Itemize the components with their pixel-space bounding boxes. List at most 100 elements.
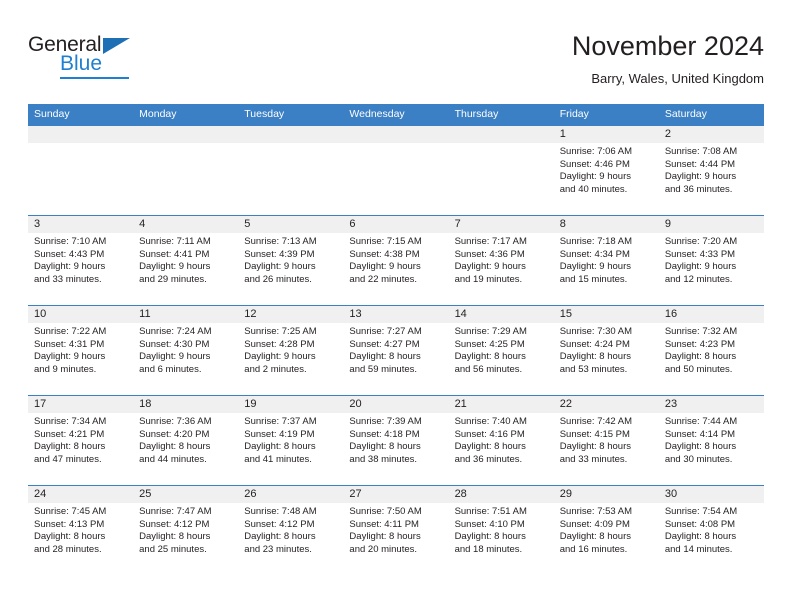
day-cell[interactable]: 10 Sunrise: 7:22 AM Sunset: 4:31 PM Dayligh… [28,306,134,395]
day-info-line: Sunset: 4:33 PM [664,248,736,260]
day-info-line: and 25 minutes. [139,543,207,555]
logo-triangle-icon [103,38,130,54]
day-cell[interactable]: 13 Sunrise: 7:27 AM Sunset: 4:27 PM Dayligh… [343,306,449,395]
calendar-week-row: 10 Sunrise: 7:22 AM Sunset: 4:31 PM Dayligh… [28,305,764,396]
calendar-cell: 16 Sunrise: 7:32 AM Sunset: 4:23 PM Dayligh… [658,305,764,396]
day-cell[interactable]: 16 Sunrise: 7:32 AM Sunset: 4:23 PM Dayligh… [658,306,764,395]
day-sun-info: Sunrise: 7:29 AM Sunset: 4:25 PM Daylight:… [449,323,554,376]
day-info-line: Sunset: 4:24 PM [559,338,630,350]
day-info-line: Daylight: 9 hours [34,261,106,273]
day-info-line: Sunrise: 7:39 AM [349,416,422,427]
day-cell[interactable]: 28 Sunrise: 7:51 AM Sunset: 4:10 PM Dayligh… [448,486,554,575]
day-cell[interactable]: 14 Sunrise: 7:29 AM Sunset: 4:25 PM Dayligh… [448,306,554,395]
day-info-line: Sunset: 4:38 PM [349,248,420,260]
day-info-line: Sunset: 4:36 PM [454,248,525,260]
day-cell[interactable]: 27 Sunrise: 7:50 AM Sunset: 4:11 PM Dayligh… [343,486,449,575]
day-info-line: Daylight: 9 hours [454,261,526,273]
day-number: 25 [133,486,239,503]
day-cell[interactable]: 9 Sunrise: 7:20 AM Sunset: 4:33 PM Daylight… [658,216,764,305]
day-info-line: Daylight: 9 hours [244,351,316,363]
day-cell[interactable]: 26 Sunrise: 7:48 AM Sunset: 4:12 PM Dayligh… [238,486,344,575]
day-number [448,126,554,143]
day-sun-info: Sunrise: 7:11 AM Sunset: 4:41 PM Daylight:… [133,233,238,286]
day-cell-empty [343,126,449,215]
day-cell[interactable]: 23 Sunrise: 7:44 AM Sunset: 4:14 PM Dayligh… [658,396,764,485]
day-number: 8 [553,216,659,233]
day-number: 18 [133,396,239,413]
day-info-line: Daylight: 9 hours [559,171,631,183]
day-info-line: and 38 minutes. [349,453,418,465]
day-sun-info: Sunrise: 7:36 AM Sunset: 4:20 PM Daylight:… [133,413,238,466]
calendar-cell: 2 Sunrise: 7:08 AM Sunset: 4:44 PM Daylight… [658,125,764,216]
day-info-line: Sunrise: 7:40 AM [454,416,527,427]
day-cell[interactable]: 12 Sunrise: 7:25 AM Sunset: 4:28 PM Dayligh… [238,306,344,395]
day-info-line: Sunset: 4:14 PM [664,428,736,440]
day-info-line: Sunrise: 7:20 AM [664,236,738,247]
day-info-line: Sunrise: 7:11 AM [139,236,211,247]
day-cell[interactable]: 24 Sunrise: 7:45 AM Sunset: 4:13 PM Dayligh… [28,486,134,575]
day-number: 14 [448,306,554,323]
day-cell[interactable]: 20 Sunrise: 7:39 AM Sunset: 4:18 PM Dayligh… [343,396,449,485]
day-cell[interactable]: 30 Sunrise: 7:54 AM Sunset: 4:08 PM Dayligh… [658,486,764,575]
day-info-line: Daylight: 8 hours [349,531,421,543]
day-cell[interactable]: 2 Sunrise: 7:08 AM Sunset: 4:44 PM Daylight… [658,126,764,215]
day-info-line: Sunrise: 7:25 AM [244,326,317,337]
calendar-cell: 12 Sunrise: 7:25 AM Sunset: 4:28 PM Dayligh… [238,305,344,396]
day-cell[interactable]: 5 Sunrise: 7:13 AM Sunset: 4:39 PM Daylight… [238,216,344,305]
day-sun-info: Sunrise: 7:24 AM Sunset: 4:30 PM Daylight:… [133,323,238,376]
calendar-cell: 20 Sunrise: 7:39 AM Sunset: 4:18 PM Dayligh… [343,395,449,486]
day-cell[interactable]: 22 Sunrise: 7:42 AM Sunset: 4:15 PM Dayligh… [553,396,659,485]
day-cell[interactable]: 8 Sunrise: 7:18 AM Sunset: 4:34 PM Daylight… [553,216,659,305]
calendar-cell [238,125,344,216]
day-info-line: and 18 minutes. [454,543,523,555]
day-info-line: Sunset: 4:19 PM [244,428,315,440]
day-info-line: Sunrise: 7:42 AM [559,416,633,427]
calendar-cell: 27 Sunrise: 7:50 AM Sunset: 4:11 PM Dayligh… [343,485,449,575]
day-cell[interactable]: 25 Sunrise: 7:47 AM Sunset: 4:12 PM Dayligh… [133,486,239,575]
weekday-header-row: Sunday Monday Tuesday Wednesday Thursday Frid… [28,104,764,126]
calendar-cell: 3 Sunrise: 7:10 AM Sunset: 4:43 PM Daylight… [28,215,134,306]
day-cell[interactable]: 7 Sunrise: 7:17 AM Sunset: 4:36 PM Daylight… [448,216,554,305]
day-cell[interactable]: 6 Sunrise: 7:15 AM Sunset: 4:38 PM Daylight… [343,216,449,305]
day-cell[interactable]: 19 Sunrise: 7:37 AM Sunset: 4:19 PM Dayligh… [238,396,344,485]
page-header: General Blue November 2024 Barry, Wales,… [28,30,764,98]
day-number: 21 [448,396,554,413]
day-info-line: Daylight: 8 hours [34,441,106,453]
day-info-line: Sunset: 4:15 PM [559,428,630,440]
day-info-line: and 56 minutes. [454,363,523,375]
day-cell[interactable]: 4 Sunrise: 7:11 AM Sunset: 4:41 PM Daylight… [133,216,239,305]
day-info-line: Sunset: 4:09 PM [559,518,630,530]
day-info-line: and 28 minutes. [34,543,102,555]
day-info-line: Sunset: 4:16 PM [454,428,525,440]
day-cell-empty [28,126,134,215]
day-info-line: Sunrise: 7:34 AM [34,416,107,427]
day-sun-info: Sunrise: 7:37 AM Sunset: 4:19 PM Daylight:… [238,413,343,466]
day-info-line: Sunrise: 7:22 AM [34,326,107,337]
day-info-line: and 50 minutes. [664,363,733,375]
day-info-line: Daylight: 8 hours [454,351,526,363]
day-sun-info: Sunrise: 7:13 AM Sunset: 4:39 PM Daylight:… [238,233,343,286]
day-info-line: Sunrise: 7:45 AM [34,506,107,517]
generalblue-logo[interactable]: General Blue [28,34,208,84]
day-cell[interactable]: 18 Sunrise: 7:36 AM Sunset: 4:20 PM Dayligh… [133,396,239,485]
weekday-header-friday: Friday [553,104,659,126]
day-sun-info: Sunrise: 7:22 AM Sunset: 4:31 PM Daylight:… [28,323,133,376]
day-cell[interactable]: 17 Sunrise: 7:34 AM Sunset: 4:21 PM Dayligh… [28,396,134,485]
day-cell[interactable]: 21 Sunrise: 7:40 AM Sunset: 4:16 PM Dayligh… [448,396,554,485]
day-number: 24 [28,486,134,503]
day-info-line: Sunrise: 7:10 AM [34,236,107,247]
day-cell[interactable]: 29 Sunrise: 7:53 AM Sunset: 4:09 PM Dayligh… [553,486,659,575]
day-cell[interactable]: 15 Sunrise: 7:30 AM Sunset: 4:24 PM Dayligh… [553,306,659,395]
day-info-line: Daylight: 8 hours [559,531,631,543]
day-cell[interactable]: 1 Sunrise: 7:06 AM Sunset: 4:46 PM Daylight… [553,126,659,215]
day-info-line: Sunset: 4:31 PM [34,338,105,350]
day-info-line: Sunset: 4:10 PM [454,518,525,530]
day-number: 29 [553,486,659,503]
day-info-line: Daylight: 8 hours [244,531,316,543]
day-cell[interactable]: 3 Sunrise: 7:10 AM Sunset: 4:43 PM Daylight… [28,216,134,305]
day-sun-info: Sunrise: 7:54 AM Sunset: 4:08 PM Daylight:… [659,503,764,556]
day-cell[interactable]: 11 Sunrise: 7:24 AM Sunset: 4:30 PM Dayligh… [133,306,239,395]
day-info-line: and 26 minutes. [244,273,312,285]
day-info-line: Sunrise: 7:47 AM [139,506,212,517]
day-sun-info: Sunrise: 7:10 AM Sunset: 4:43 PM Daylight:… [28,233,133,286]
